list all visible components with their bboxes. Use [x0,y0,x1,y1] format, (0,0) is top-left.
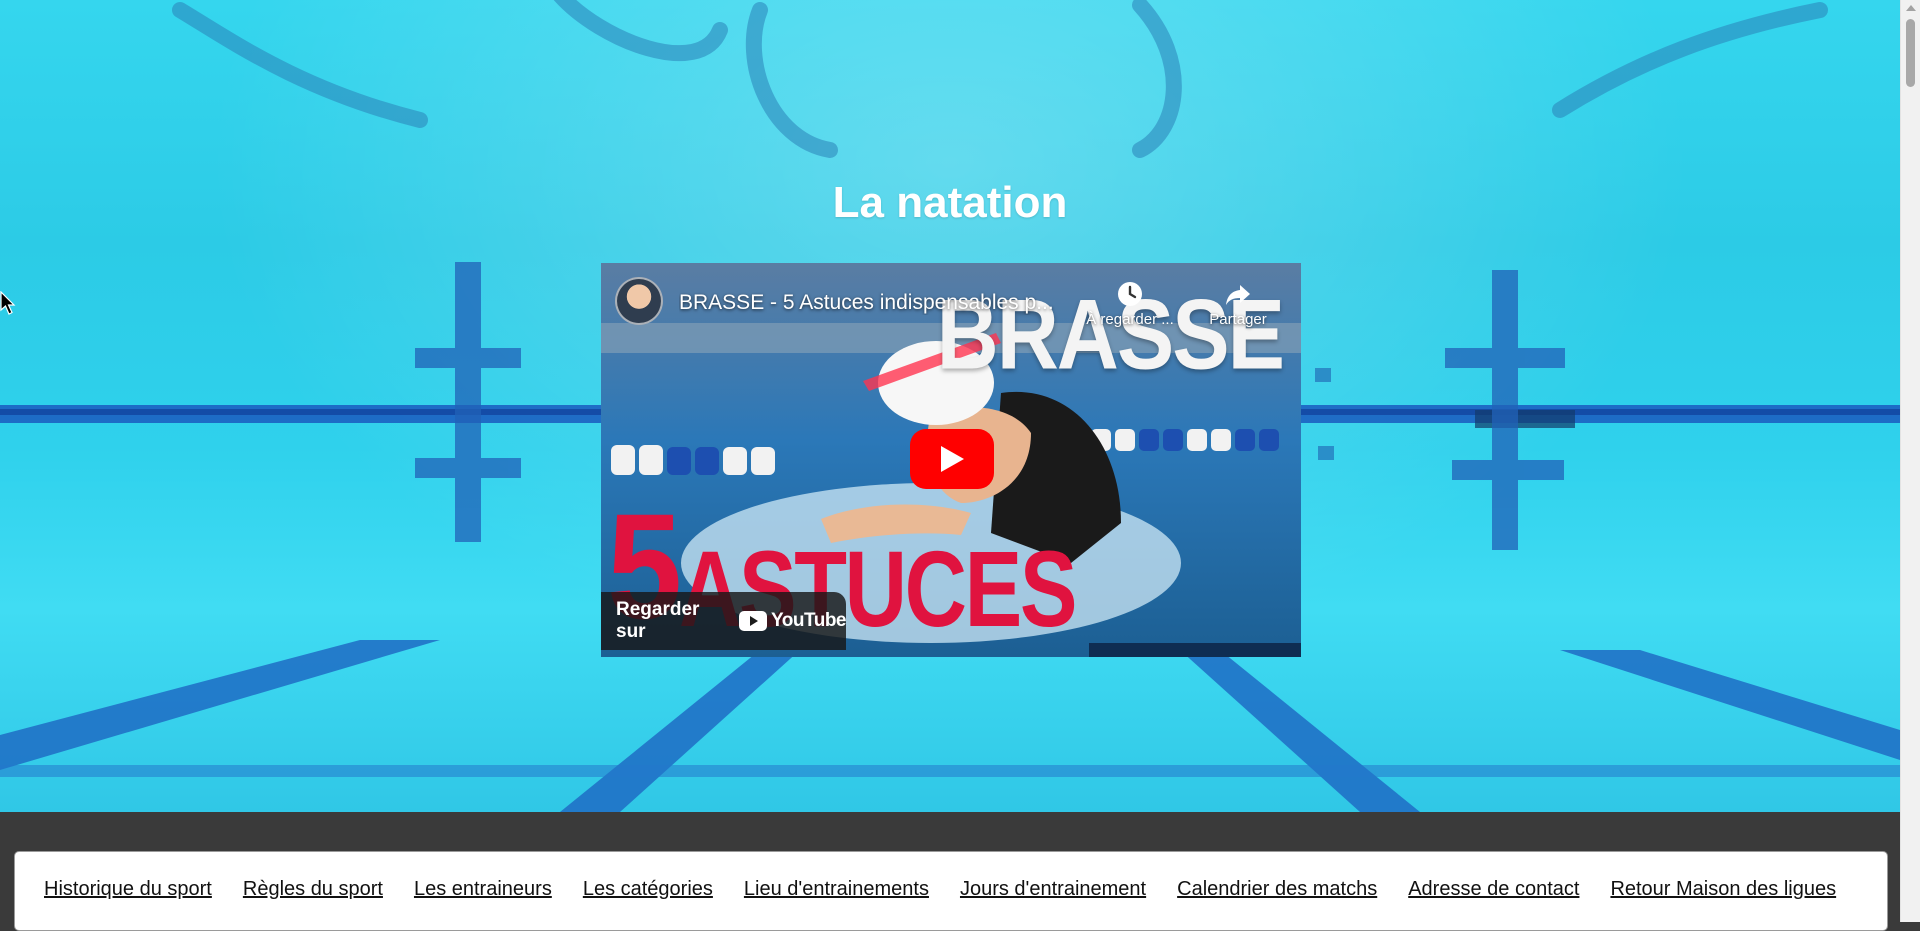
nav-link-historique[interactable]: Historique du sport [44,878,212,900]
youtube-logo: YouTube [739,610,846,632]
play-icon [941,446,964,472]
footer-navigation: Historique du sport Règles du sport Les … [14,851,1888,931]
watch-on-youtube-button[interactable]: Regarder sur YouTube [601,592,846,650]
nav-link-regles[interactable]: Règles du sport [243,878,383,900]
watch-later-button[interactable]: À regarder ... [1085,279,1175,328]
nav-link-lieu[interactable]: Lieu d'entrainements [744,878,929,900]
nav-link-entraineurs[interactable]: Les entraineurs [414,878,552,900]
play-button[interactable] [910,429,994,489]
youtube-play-icon [739,611,768,631]
page-title: La natation [832,178,1068,227]
scrollbar-thumb[interactable] [1906,19,1915,87]
clock-icon [1118,282,1142,306]
share-icon [1226,285,1250,305]
nav-link-categories[interactable]: Les catégories [583,878,713,900]
nav-link-jours[interactable]: Jours d'entrainement [960,878,1146,900]
mouse-cursor-icon [0,291,16,315]
scroll-up-arrow-icon[interactable] [1906,5,1916,11]
watch-on-label: Regarder sur [616,599,700,642]
nav-link-retour[interactable]: Retour Maison des ligues [1610,878,1836,900]
nav-link-contact[interactable]: Adresse de contact [1408,878,1579,900]
share-button[interactable]: Partager [1193,279,1283,328]
youtube-embed[interactable]: BRASSE 5 ASTUCES BRASSE - 5 Astuces indi… [601,263,1301,657]
video-title[interactable]: BRASSE - 5 Astuces indispensables p... [679,291,1079,315]
nav-link-calendrier[interactable]: Calendrier des matchs [1177,878,1377,900]
vertical-scrollbar[interactable] [1900,0,1920,922]
youtube-wordmark: YouTube [771,610,846,631]
share-label: Partager [1209,311,1267,328]
watch-later-label: À regarder ... [1086,311,1174,328]
channel-avatar[interactable] [615,277,663,325]
